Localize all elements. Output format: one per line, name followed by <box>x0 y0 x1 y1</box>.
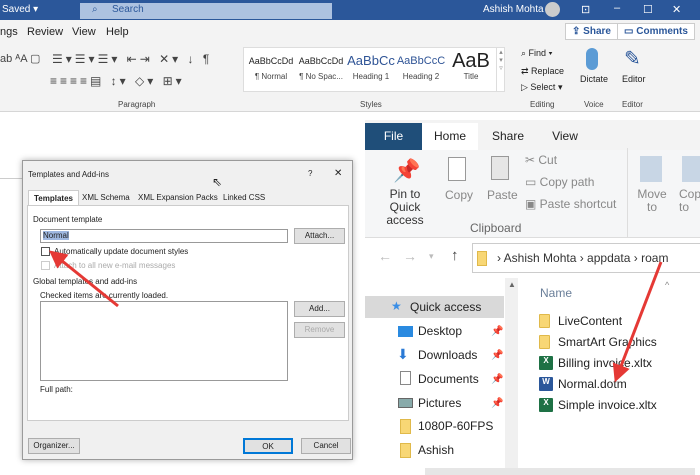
annotation-arrows <box>48 250 663 383</box>
red-arrow <box>612 261 663 383</box>
red-arrow <box>48 250 119 308</box>
